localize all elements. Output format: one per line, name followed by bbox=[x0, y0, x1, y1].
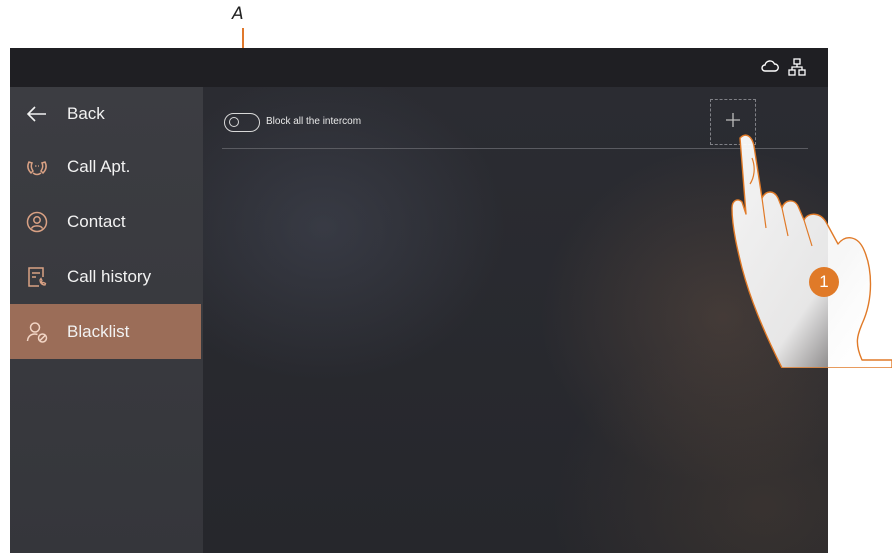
sidebar-item-call-history[interactable]: Call history bbox=[10, 249, 201, 304]
sidebar: Back Call Apt. Contact Call history Blac… bbox=[10, 87, 203, 553]
sidebar-item-label: Call Apt. bbox=[67, 156, 131, 176]
cloud-icon bbox=[760, 58, 780, 79]
divider bbox=[222, 148, 808, 149]
sidebar-item-label: Back bbox=[67, 103, 105, 123]
block-intercom-toggle[interactable] bbox=[224, 113, 260, 132]
pointing-hand-icon bbox=[731, 134, 892, 368]
step-badge: 1 bbox=[809, 267, 839, 297]
sidebar-item-label: Blacklist bbox=[67, 321, 130, 341]
sidebar-item-label: Call history bbox=[67, 266, 152, 286]
toggle-label: Block all the intercom bbox=[266, 116, 362, 127]
sidebar-item-blacklist[interactable]: Blacklist bbox=[10, 304, 201, 359]
status-bar bbox=[10, 48, 828, 87]
toggle-knob bbox=[229, 117, 239, 127]
sidebar-item-call-apt[interactable]: Call Apt. bbox=[10, 139, 201, 194]
sidebar-item-label: Contact bbox=[67, 211, 126, 231]
contact-icon bbox=[25, 210, 49, 234]
sidebar-item-contact[interactable]: Contact bbox=[10, 194, 201, 249]
call-history-icon bbox=[25, 265, 49, 289]
callout-letter: A bbox=[232, 4, 244, 24]
arrow-left-icon bbox=[25, 102, 49, 126]
intercom-call-icon bbox=[25, 155, 49, 179]
device-screen: Back Call Apt. Contact Call history Blac… bbox=[10, 48, 828, 553]
blacklist-icon bbox=[25, 320, 49, 344]
back-button[interactable]: Back bbox=[10, 86, 201, 141]
network-icon bbox=[788, 58, 806, 81]
